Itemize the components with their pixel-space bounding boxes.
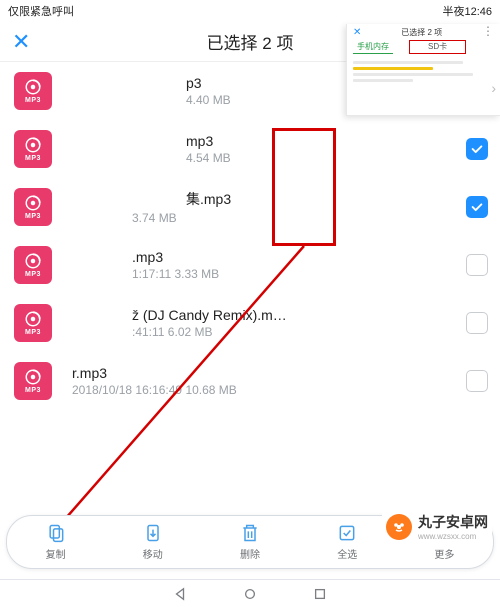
file-meta: r.mp3 2018/10/18 16:16:49 10.68 MB (66, 365, 466, 397)
file-name: .mp3 (66, 249, 466, 265)
inset-preview: ✕ 已选择 2 项 ⋮ 手机内存 SD卡 › (346, 24, 500, 116)
status-time: 半夜12:46 (442, 3, 492, 19)
thumb-badge: MP3 (25, 387, 41, 394)
mp3-icon: MP3 (14, 130, 52, 168)
file-sub: 4.54 MB (66, 151, 466, 165)
file-meta: .mp3 1:17:11 3.33 MB (66, 249, 466, 281)
status-carrier: 仅限紧急呼叫 (8, 3, 74, 19)
copy-button[interactable]: 复制 (7, 516, 104, 568)
mp3-icon: MP3 (14, 72, 52, 110)
delete-button[interactable]: 删除 (201, 516, 298, 568)
chevron-right-icon: › (491, 80, 496, 96)
mp3-icon: MP3 (14, 188, 52, 226)
checkbox[interactable] (466, 138, 488, 160)
file-sub: 2018/10/18 16:16:49 10.68 MB (66, 383, 466, 397)
inset-more-icon: ⋮ (482, 30, 494, 34)
list-item[interactable]: MP3 ž (DJ Candy Remix).m… :41:11 6.02 MB (0, 294, 500, 352)
list-item[interactable]: MP3 集.mp3 3.74 MB (0, 178, 500, 236)
file-meta: ž (DJ Candy Remix).m… :41:11 6.02 MB (66, 307, 466, 339)
inset-tab-phone: 手机内存 (353, 41, 393, 54)
mp3-icon: MP3 (14, 362, 52, 400)
selectall-icon (337, 523, 357, 543)
file-meta: mp3 4.54 MB (66, 133, 466, 165)
move-button[interactable]: 移动 (104, 516, 201, 568)
inset-tab-sd: SD卡 (409, 40, 466, 54)
checkbox[interactable] (466, 312, 488, 334)
watermark-logo (386, 514, 412, 540)
checkbox[interactable] (466, 254, 488, 276)
close-icon[interactable]: ✕ (12, 31, 30, 53)
thumb-badge: MP3 (25, 329, 41, 336)
move-icon (143, 523, 163, 543)
watermark-url: www.wzsxx.com (418, 532, 488, 541)
file-sub: 1:17:11 3.33 MB (66, 267, 466, 281)
thumb-badge: MP3 (25, 213, 41, 220)
copy-icon (46, 523, 66, 543)
more-label: 更多 (434, 546, 454, 561)
watermark: 丸子安卓网 www.wzsxx.com (382, 508, 492, 545)
inset-close-icon: ✕ (353, 27, 361, 38)
status-bar: 仅限紧急呼叫 半夜12:46 (0, 0, 500, 22)
mp3-icon: MP3 (14, 304, 52, 342)
list-item[interactable]: MP3 r.mp3 2018/10/18 16:16:49 10.68 MB (0, 352, 500, 410)
checkbox[interactable] (466, 196, 488, 218)
thumb-badge: MP3 (25, 155, 41, 162)
list-item[interactable]: MP3 .mp3 1:17:11 3.33 MB (0, 236, 500, 294)
checkbox[interactable] (466, 370, 488, 392)
thumb-badge: MP3 (25, 271, 41, 278)
move-label: 移动 (143, 546, 163, 561)
file-name: ž (DJ Candy Remix).m… (66, 307, 466, 323)
file-sub: 3.74 MB (66, 211, 466, 225)
status-icons: 半夜12:46 (430, 3, 492, 19)
file-name: mp3 (66, 133, 466, 149)
thumb-badge: MP3 (25, 97, 41, 104)
file-name: 集.mp3 (66, 189, 466, 209)
nav-recent-icon[interactable] (313, 587, 327, 601)
list-item[interactable]: MP3 mp3 4.54 MB (0, 120, 500, 178)
inset-title: 已选择 2 项 (361, 27, 482, 38)
file-meta: 集.mp3 3.74 MB (66, 189, 466, 225)
copy-label: 复制 (46, 546, 66, 561)
selectall-label: 全选 (337, 546, 357, 561)
delete-label: 删除 (240, 546, 260, 561)
watermark-name: 丸子安卓网 (418, 514, 488, 530)
mp3-icon: MP3 (14, 246, 52, 284)
trash-icon (240, 523, 260, 543)
nav-home-icon[interactable] (243, 587, 257, 601)
nav-back-icon[interactable] (173, 587, 187, 601)
file-name: r.mp3 (66, 365, 466, 381)
file-sub: :41:11 6.02 MB (66, 325, 466, 339)
android-nav (0, 579, 500, 607)
